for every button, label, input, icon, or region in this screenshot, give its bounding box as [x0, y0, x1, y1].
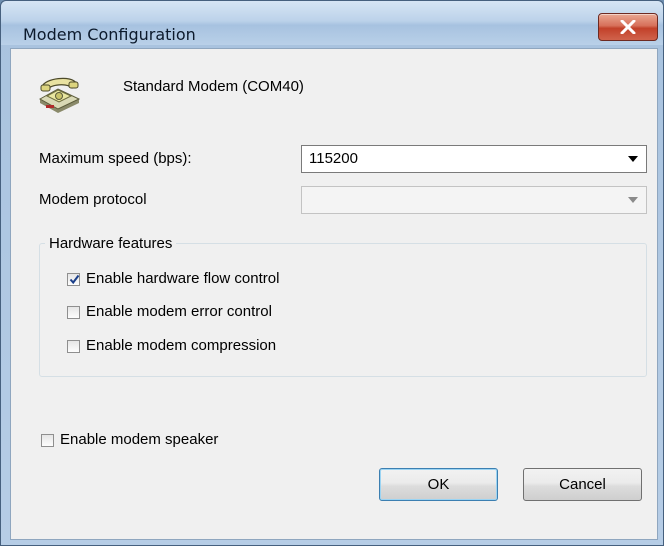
modem-error-control-label: Enable modem error control: [86, 303, 272, 320]
telephone-modem-icon: [36, 69, 82, 113]
chevron-down-icon: [628, 197, 638, 203]
max-speed-value: 115200: [309, 150, 358, 167]
hardware-flow-control-option[interactable]: Enable hardware flow control: [67, 269, 279, 289]
modem-error-control-checkbox[interactable]: [67, 305, 80, 319]
hardware-flow-control-checkbox[interactable]: [67, 272, 80, 286]
modem-compression-label: Enable modem compression: [86, 337, 277, 354]
checkmark-icon: [69, 274, 80, 284]
hardware-features-label: Hardware features: [45, 235, 177, 253]
close-button[interactable]: [598, 13, 658, 41]
ok-button[interactable]: OK: [379, 468, 498, 501]
modem-speaker-checkbox[interactable]: [41, 433, 54, 447]
modem-compression-option[interactable]: Enable modem compression: [67, 336, 276, 356]
modem-speaker-label: Enable modem speaker: [60, 431, 219, 448]
max-speed-label: Maximum speed (bps):: [39, 150, 192, 167]
close-icon: [620, 20, 636, 34]
modem-configuration-window: Modem Configuration Standard Modem (COM4: [0, 0, 664, 546]
hardware-flow-control-label: Enable hardware flow control: [86, 270, 280, 287]
modem-compression-checkbox[interactable]: [67, 339, 80, 353]
cancel-button[interactable]: Cancel: [523, 468, 642, 501]
window-title: Modem Configuration: [23, 25, 196, 44]
modem-speaker-option[interactable]: Enable modem speaker: [41, 430, 218, 450]
chevron-down-icon: [628, 156, 638, 162]
modem-protocol-label: Modem protocol: [39, 191, 147, 208]
max-speed-select[interactable]: 115200: [301, 145, 647, 173]
dialog-body: Standard Modem (COM40) Maximum speed (bp…: [10, 48, 658, 540]
modem-error-control-option[interactable]: Enable modem error control: [67, 302, 272, 322]
device-name: Standard Modem (COM40): [123, 78, 304, 95]
title-bar[interactable]: Modem Configuration: [1, 1, 663, 45]
modem-protocol-select: [301, 186, 647, 214]
